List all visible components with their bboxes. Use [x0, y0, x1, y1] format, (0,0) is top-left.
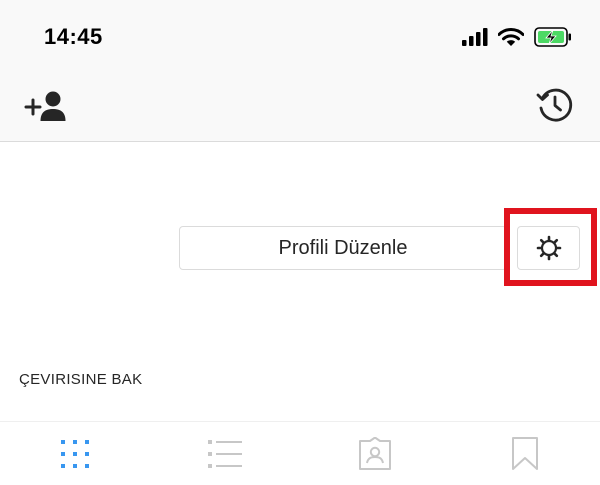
bookmark-icon [512, 436, 538, 470]
tab-saved[interactable] [450, 422, 600, 485]
settings-button[interactable] [517, 226, 580, 270]
add-user-icon [24, 91, 66, 121]
see-translation-link[interactable]: ÇEVIRISINE BAK [19, 371, 142, 388]
gear-icon [536, 235, 561, 261]
tab-grid[interactable] [0, 422, 150, 485]
history-button[interactable] [536, 86, 574, 124]
profile-content: Profili Düzenle ÇEVIRISINE BAK [0, 143, 600, 421]
nav-bar [0, 70, 600, 142]
status-icons [462, 26, 572, 48]
signal-icon [462, 28, 488, 46]
grid-icon [61, 439, 89, 468]
tab-tagged[interactable] [300, 422, 450, 485]
history-icon [536, 88, 573, 122]
add-user-button[interactable] [24, 90, 68, 124]
edit-profile-button[interactable]: Profili Düzenle [179, 226, 507, 270]
tagged-icon [359, 436, 391, 470]
profile-tab-bar [0, 421, 600, 485]
tab-list[interactable] [150, 422, 300, 485]
status-bar: 14:45 [0, 0, 600, 70]
status-time: 14:45 [44, 24, 103, 49]
battery-charging-icon [534, 27, 571, 47]
list-icon [208, 439, 242, 468]
wifi-icon [498, 27, 524, 46]
